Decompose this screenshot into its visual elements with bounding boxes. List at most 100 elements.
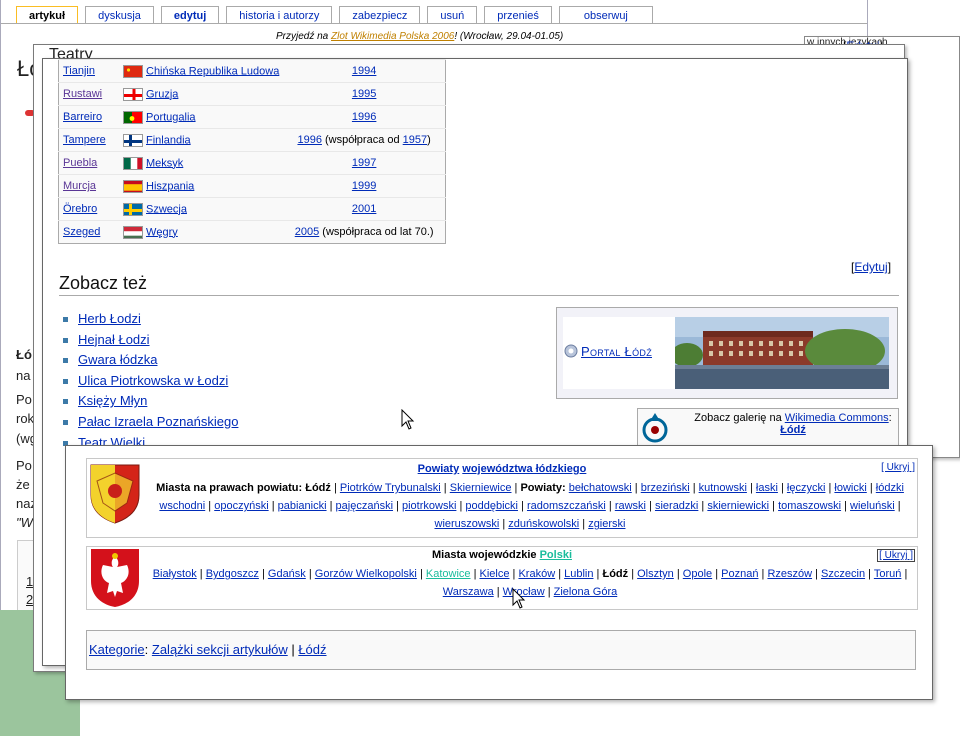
tab-usun[interactable]: usuń xyxy=(427,6,478,24)
navbox-hide-button[interactable]: [ Ukryj ] xyxy=(877,549,915,562)
year-link[interactable]: 1999 xyxy=(352,180,376,192)
article-tabs: artykuł dyskusja edytuj historia i autor… xyxy=(16,6,653,24)
commons-link[interactable]: Wikimedia Commons xyxy=(785,412,889,424)
cn-flag-icon xyxy=(123,64,143,78)
year-link[interactable]: 2001 xyxy=(352,203,376,215)
country-link[interactable]: Portugalia xyxy=(146,111,196,123)
navbox-link[interactable]: Białystok xyxy=(153,568,197,580)
tab-artykul[interactable]: artykuł xyxy=(16,6,79,24)
navbox-link[interactable]: sieradzki xyxy=(655,500,698,512)
navbox-link[interactable]: zduńskowolski xyxy=(508,518,579,530)
table-row: Murcja Hiszpania 1999 xyxy=(58,174,446,198)
navbox-link[interactable]: piotrkowski xyxy=(402,500,456,512)
mx-flag-icon xyxy=(123,156,143,170)
see-also-link[interactable]: Gwara łódzka xyxy=(78,352,157,367)
navbox-link[interactable]: poddębicki xyxy=(465,500,518,512)
see-also-link[interactable]: Herb Łodzi xyxy=(78,311,141,326)
table-row: Tianjin Chińska Republika Ludowa 1994 xyxy=(58,59,446,83)
tab-przenies[interactable]: przenieś xyxy=(484,6,552,24)
navbox-link[interactable]: Zielona Góra xyxy=(554,586,618,598)
year-link[interactable]: 1997 xyxy=(352,157,376,169)
navbox-link[interactable]: kutnowski xyxy=(699,482,747,494)
country-link[interactable]: Meksyk xyxy=(146,157,183,169)
country-link[interactable]: Hiszpania xyxy=(146,180,194,192)
category-link[interactable]: Zalążki sekcji artykułów xyxy=(152,642,288,657)
year-link[interactable]: 1996 xyxy=(297,134,321,146)
tab-obserwuj[interactable]: obserwuj xyxy=(558,6,653,24)
country-link[interactable]: Finlandia xyxy=(146,134,191,146)
city-link[interactable]: Szeged xyxy=(63,226,100,238)
polski-link[interactable]: Polski xyxy=(540,549,572,561)
navbox-link[interactable]: Toruń xyxy=(874,568,902,580)
navbox-link[interactable]: Gorzów Wielkopolski xyxy=(315,568,417,580)
wojewodztwo-link[interactable]: województwa łódzkiego xyxy=(462,463,586,475)
city-link[interactable]: Barreiro xyxy=(63,111,102,123)
city-link[interactable]: Örebro xyxy=(63,203,97,215)
city-link[interactable]: Puebla xyxy=(63,157,97,169)
navbox-link[interactable]: Opole xyxy=(683,568,712,580)
categories-label-link[interactable]: Kategorie xyxy=(89,642,145,657)
navbox-title: Powiaty województwa łódzkiego xyxy=(87,463,917,475)
country-link[interactable]: Chińska Republika Ludowa xyxy=(146,65,279,77)
hu-flag-icon xyxy=(123,225,143,239)
navbox-link[interactable]: łowicki xyxy=(834,482,866,494)
navbox-link[interactable]: opoczyński xyxy=(214,500,268,512)
year-link[interactable]: 1957 xyxy=(403,134,427,146)
table-row: Puebla Meksyk 1997 xyxy=(58,151,446,175)
year-link[interactable]: 1994 xyxy=(352,65,376,77)
navbox-link[interactable]: pajęczański xyxy=(336,500,393,512)
category-link[interactable]: Łódź xyxy=(298,642,326,657)
navbox-link[interactable]: Olsztyn xyxy=(637,568,674,580)
see-also-link[interactable]: Ulica Piotrkowska w Łodzi xyxy=(78,373,228,388)
see-also-edit-link[interactable]: [Edytuj] xyxy=(851,260,891,274)
city-link[interactable]: Tianjin xyxy=(63,65,95,77)
navbox-link[interactable]: Poznań xyxy=(721,568,758,580)
portal-link[interactable]: Portal Łódź xyxy=(581,344,652,359)
cities-label: Miasta na prawach powiatu: xyxy=(156,482,306,494)
tab-historia[interactable]: historia i autorzy xyxy=(226,6,333,24)
navbox-link[interactable]: wieruszowski xyxy=(435,518,500,530)
navbox-link[interactable]: Warszawa xyxy=(443,586,494,598)
navbox-link[interactable]: Skierniewice xyxy=(450,482,512,494)
city-link[interactable]: Tampere xyxy=(63,134,106,146)
tab-zabezpiecz[interactable]: zabezpiecz xyxy=(339,6,421,24)
tab-edytuj[interactable]: edytuj xyxy=(160,6,220,24)
commons-icon xyxy=(640,411,670,448)
year-link[interactable]: 1996 xyxy=(352,111,376,123)
country-link[interactable]: Gruzja xyxy=(146,88,178,100)
navbox-link[interactable]: zgierski xyxy=(588,518,625,530)
navbox-link[interactable]: brzeziński xyxy=(641,482,690,494)
country-link[interactable]: Węgry xyxy=(146,226,178,238)
navbox-link[interactable]: Piotrków Trybunalski xyxy=(340,482,441,494)
notice-link[interactable]: Zlot Wikimedia Polska 2006 xyxy=(331,31,454,42)
city-link[interactable]: Rustawi xyxy=(63,88,102,100)
powiaty-link[interactable]: Powiaty xyxy=(418,463,460,475)
navbox-link[interactable]: Gdańsk xyxy=(268,568,306,580)
year-link[interactable]: 2005 xyxy=(295,226,319,238)
navbox-link[interactable]: łaski xyxy=(756,482,778,494)
navbox-link[interactable]: Kraków xyxy=(518,568,555,580)
navbox-link[interactable]: Katowice xyxy=(426,568,471,580)
navbox-link[interactable]: Kielce xyxy=(480,568,510,580)
navbox-link[interactable]: skierniewicki xyxy=(707,500,769,512)
tab-dyskusja[interactable]: dyskusja xyxy=(85,6,154,24)
navbox-link[interactable]: Lublin xyxy=(564,568,593,580)
navbox-link[interactable]: wieluński xyxy=(850,500,895,512)
city-link[interactable]: Murcja xyxy=(63,180,96,192)
see-also-link[interactable]: Pałac Izraela Poznańskiego xyxy=(78,414,238,429)
navbox-link[interactable]: rawski xyxy=(615,500,646,512)
navbox-link[interactable]: łęczycki xyxy=(787,482,826,494)
see-also-link[interactable]: Księży Młyn xyxy=(78,393,147,408)
navbox-link[interactable]: Bydgoszcz xyxy=(206,568,259,580)
navbox-link[interactable]: Szczecin xyxy=(821,568,865,580)
navbox-link[interactable]: Rzeszów xyxy=(767,568,812,580)
navbox-link[interactable]: radomszczański xyxy=(527,500,606,512)
navbox-hide-button[interactable]: [ Ukryj ] xyxy=(881,462,915,473)
year-link[interactable]: 1995 xyxy=(352,88,376,100)
commons-target-link[interactable]: Łódź xyxy=(780,424,806,436)
country-link[interactable]: Szwecja xyxy=(146,203,187,215)
see-also-link[interactable]: Hejnał Łodzi xyxy=(78,332,150,347)
navbox-link[interactable]: tomaszowski xyxy=(778,500,841,512)
navbox-link[interactable]: bełchatowski xyxy=(569,482,632,494)
navbox-link[interactable]: pabianicki xyxy=(278,500,327,512)
